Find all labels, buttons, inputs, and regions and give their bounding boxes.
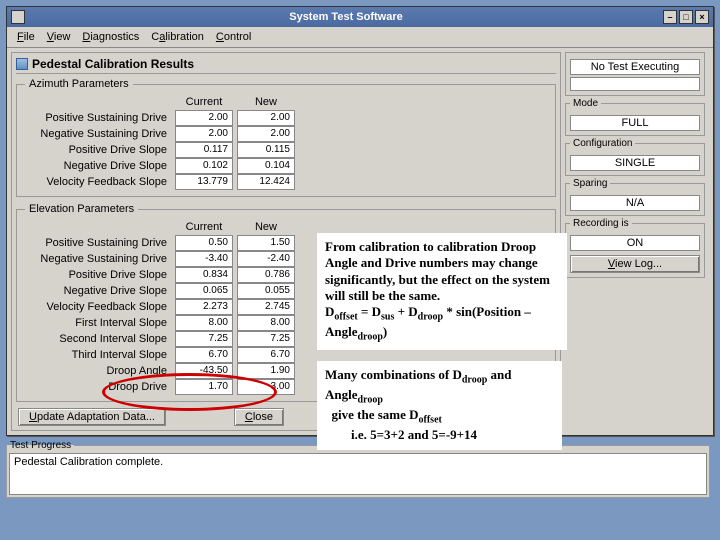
col-current: Current — [173, 94, 235, 110]
azimuth-legend: Azimuth Parameters — [25, 78, 133, 90]
col-current: Current — [173, 219, 235, 235]
mode-group: Mode FULL — [565, 98, 705, 136]
menubar: File View Diagnostics Calibration Contro… — [7, 27, 713, 48]
view-log-button[interactable]: View Log... — [570, 255, 700, 273]
table-row: Velocity Feedback Slope13.77912.424 — [23, 174, 297, 190]
config-group: Configuration SINGLE — [565, 138, 705, 176]
sparing-value: N/A — [570, 195, 700, 211]
col-new: New — [235, 94, 297, 110]
menu-diagnostics[interactable]: Diagnostics — [76, 29, 145, 45]
menu-file[interactable]: File — [11, 29, 41, 45]
azimuth-group: Azimuth Parameters Current New Positive … — [16, 78, 556, 197]
titlebar: System Test Software – □ × — [7, 7, 713, 27]
sparing-legend: Sparing — [570, 178, 610, 189]
table-row: Droop Drive1.703.00 — [23, 379, 297, 395]
table-row: Third Interval Slope6.706.70 — [23, 347, 297, 363]
elevation-table: Current New Positive Sustaining Drive0.5… — [23, 219, 297, 395]
maximize-button[interactable]: □ — [679, 10, 693, 24]
window-title: System Test Software — [31, 11, 661, 23]
update-adaptation-button[interactable]: Update Adaptation Data... — [18, 408, 166, 426]
recording-value: ON — [570, 235, 700, 251]
mode-value: FULL — [570, 115, 700, 131]
menu-control[interactable]: Control — [210, 29, 257, 45]
test-progress-text: Pedestal Calibration complete. — [9, 453, 707, 495]
table-row: Positive Drive Slope0.8340.786 — [23, 267, 297, 283]
table-row: Negative Sustaining Drive-3.40-2.40 — [23, 251, 297, 267]
panel-title-row: Pedestal Calibration Results — [16, 57, 556, 74]
panel-icon — [16, 58, 28, 70]
status-panel: No Test Executing Mode FULL Configuratio… — [565, 52, 705, 431]
close-window-button[interactable]: × — [695, 10, 709, 24]
no-test-label: No Test Executing — [570, 59, 700, 75]
content-area: Pedestal Calibration Results Azimuth Par… — [7, 48, 713, 435]
recording-legend: Recording is — [570, 218, 632, 229]
app-icon — [11, 10, 25, 24]
elevation-legend: Elevation Parameters — [25, 203, 138, 215]
config-legend: Configuration — [570, 138, 635, 149]
menu-view[interactable]: View — [41, 29, 77, 45]
annotation-box-1: From calibration to calibration Droop An… — [317, 233, 567, 350]
table-row: Positive Sustaining Drive0.501.50 — [23, 235, 297, 251]
table-row: First Interval Slope8.008.00 — [23, 315, 297, 331]
table-row: Positive Drive Slope0.1170.115 — [23, 142, 297, 158]
menu-calibration[interactable]: Calibration — [145, 29, 210, 45]
test-blank — [570, 77, 700, 91]
col-new: New — [235, 219, 297, 235]
app-window: System Test Software – □ × File View Dia… — [6, 6, 714, 436]
table-row: Positive Sustaining Drive2.002.00 — [23, 110, 297, 126]
table-row: Droop Angle-43.501.90 — [23, 363, 297, 379]
azimuth-table: Current New Positive Sustaining Drive2.0… — [23, 94, 297, 190]
test-progress-legend: Test Progress — [7, 440, 74, 451]
annotation-box-2: Many combinations of Ddroop and Angledro… — [317, 361, 562, 450]
recording-group: Recording is ON View Log... — [565, 218, 705, 278]
calibration-results-panel: Pedestal Calibration Results Azimuth Par… — [11, 52, 561, 431]
table-row: Negative Drive Slope0.0650.055 — [23, 283, 297, 299]
table-row: Negative Drive Slope0.1020.104 — [23, 158, 297, 174]
close-button[interactable]: Close — [234, 408, 284, 426]
table-row: Velocity Feedback Slope2.2732.745 — [23, 299, 297, 315]
mode-legend: Mode — [570, 98, 601, 109]
panel-title: Pedestal Calibration Results — [32, 57, 194, 71]
config-value: SINGLE — [570, 155, 700, 171]
test-status-group: No Test Executing — [565, 52, 705, 96]
table-row: Negative Sustaining Drive2.002.00 — [23, 126, 297, 142]
minimize-button[interactable]: – — [663, 10, 677, 24]
sparing-group: Sparing N/A — [565, 178, 705, 216]
table-row: Second Interval Slope7.257.25 — [23, 331, 297, 347]
